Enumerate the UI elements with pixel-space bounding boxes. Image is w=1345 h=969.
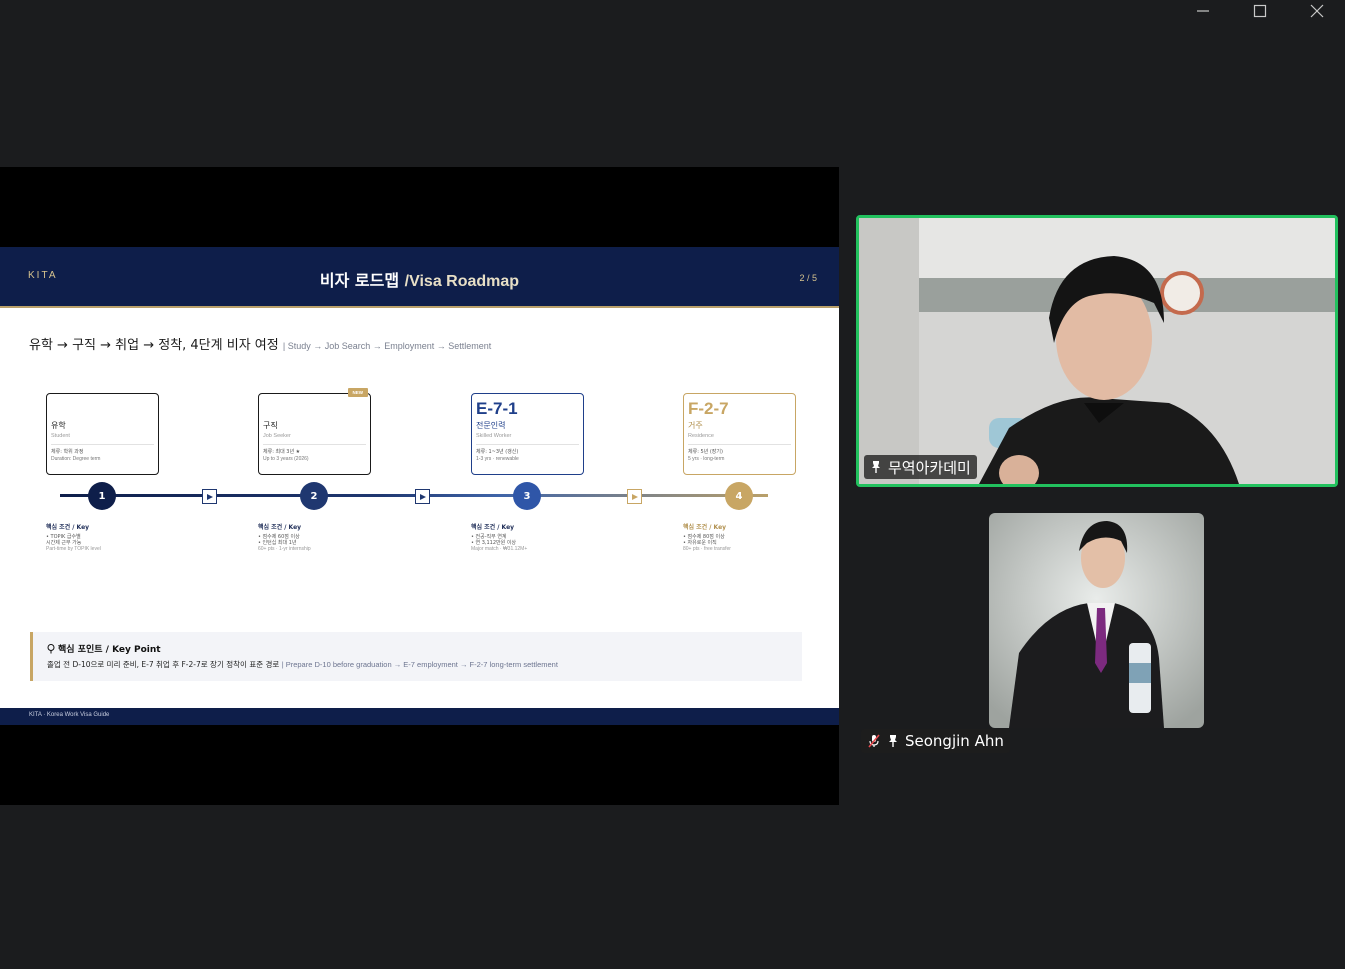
maximize-button[interactable] [1232,0,1288,22]
key-point-heading: 핵심 포인트 / Key Point [58,645,161,655]
visa-card-d2: D-2 유학 Student 체류: 학위 과정 Duration: Degre… [46,393,159,475]
microphone-muted-icon [868,734,880,748]
visa-code: F-2-7 [688,399,729,418]
key-conditions-d2: 핵심 조건 / Key • TOPIK 급수별 시간제 근무 가능 Part-t… [46,524,101,552]
key-point-body: 졸업 전 D-10으로 미리 준비, E-7 취업 후 F-2-7로 장기 정착… [47,660,558,669]
slide-header: KITA 비자 로드맵 /Visa Roadmap 2 / 5 [0,247,839,308]
minimize-icon [1197,10,1209,12]
arrow-icon [202,489,217,504]
slide-footer: KITA · Korea Work Visa Guide [0,708,839,725]
visa-name-kr: 구직 [263,421,278,430]
step-marker-2: 2 [300,482,328,510]
new-badge: NEW [347,388,368,397]
video-tile-active-speaker[interactable]: 무역아카데미 [856,215,1338,487]
visa-name-kr: 거주 [688,421,703,430]
visa-card-d10: NEW D-10 구직 Job Seeker 체류: 최대 3년 ★ Up to… [258,388,371,475]
visa-duration: 체류: 최대 3년 ★ [263,449,301,455]
visa-name-en: Job Seeker [263,433,291,439]
key-conditions-e71: 핵심 조건 / Key • 전공-직무 연계 • 연 3,112만원 이상 Ma… [471,524,528,552]
visa-name-en: Residence [688,433,714,439]
presentation-slide: KITA 비자 로드맵 /Visa Roadmap 2 / 5 유학 → 구직 … [0,247,839,725]
key-conditions-d10: 핵심 조건 / Key • 점수제 60점 이상 • 인턴십 최대 1년 60+… [258,524,311,552]
visa-name-en: Student [51,433,70,439]
shared-screen: KITA 비자 로드맵 /Visa Roadmap 2 / 5 유학 → 구직 … [0,167,839,805]
visa-name-kr: 전문인력 [476,421,506,430]
step-marker-1: 1 [88,482,116,510]
close-button[interactable] [1289,0,1345,22]
minimize-button[interactable] [1175,0,1231,22]
key-conditions-f27: 핵심 조건 / Key • 점수제 80점 이상 • 자유로운 이직 80+ p… [683,524,731,552]
visa-duration-en: Up to 3 years (2026) [263,456,309,462]
visa-name-en: Skilled Worker [476,433,512,439]
step-marker-4: 4 [725,482,753,510]
participant-video [859,218,1335,484]
visa-duration-en: 5 yrs · long-term [688,456,725,462]
video-tile-participant[interactable] [989,513,1204,728]
roadmap-track [60,494,768,497]
visa-code: D-2 [51,399,79,418]
visa-code: D-10 [263,399,300,418]
participant-name: Seongjin Ahn [905,732,1004,750]
arrow-icon [415,489,430,504]
slide-title: 비자 로드맵 /Visa Roadmap [319,271,520,290]
nameplate-active-speaker: 무역아카데미 [864,455,977,479]
visa-card-f27: F-2-7 거주 Residence 체류: 5년 (장기) 5 yrs · l… [683,393,796,475]
visa-duration-en: 1-3 yrs · renewable [476,456,519,462]
key-point-box: 핵심 포인트 / Key Point 졸업 전 D-10으로 미리 준비, E-… [30,632,802,681]
maximize-icon [1253,4,1267,18]
visa-duration: 체류: 학위 과정 [51,449,84,455]
close-icon [1310,4,1324,18]
participant-name: 무역아카데미 [888,458,971,477]
visa-card-e71: E-7-1 전문인력 Skilled Worker 체류: 1~3년 (갱신) … [471,393,584,475]
visa-duration-en: Duration: Degree term [51,456,101,462]
participant-avatar-photo [989,513,1204,728]
slide-subtitle: 유학 → 구직 → 취업 → 정착, 4단계 비자 여정 | Study → J… [29,338,492,353]
pin-icon [872,461,880,473]
visa-name-kr: 유학 [51,421,66,430]
nameplate-participant: Seongjin Ahn [861,729,1010,753]
arrow-icon [627,489,642,504]
lightbulb-icon [47,643,55,653]
slide-page-number: 2 / 5 [799,273,817,283]
pin-icon [889,735,897,747]
visa-code: E-7-1 [476,399,518,418]
visa-duration: 체류: 5년 (장기) [688,449,723,455]
visa-duration: 체류: 1~3년 (갱신) [476,449,519,455]
step-marker-3: 3 [513,482,541,510]
